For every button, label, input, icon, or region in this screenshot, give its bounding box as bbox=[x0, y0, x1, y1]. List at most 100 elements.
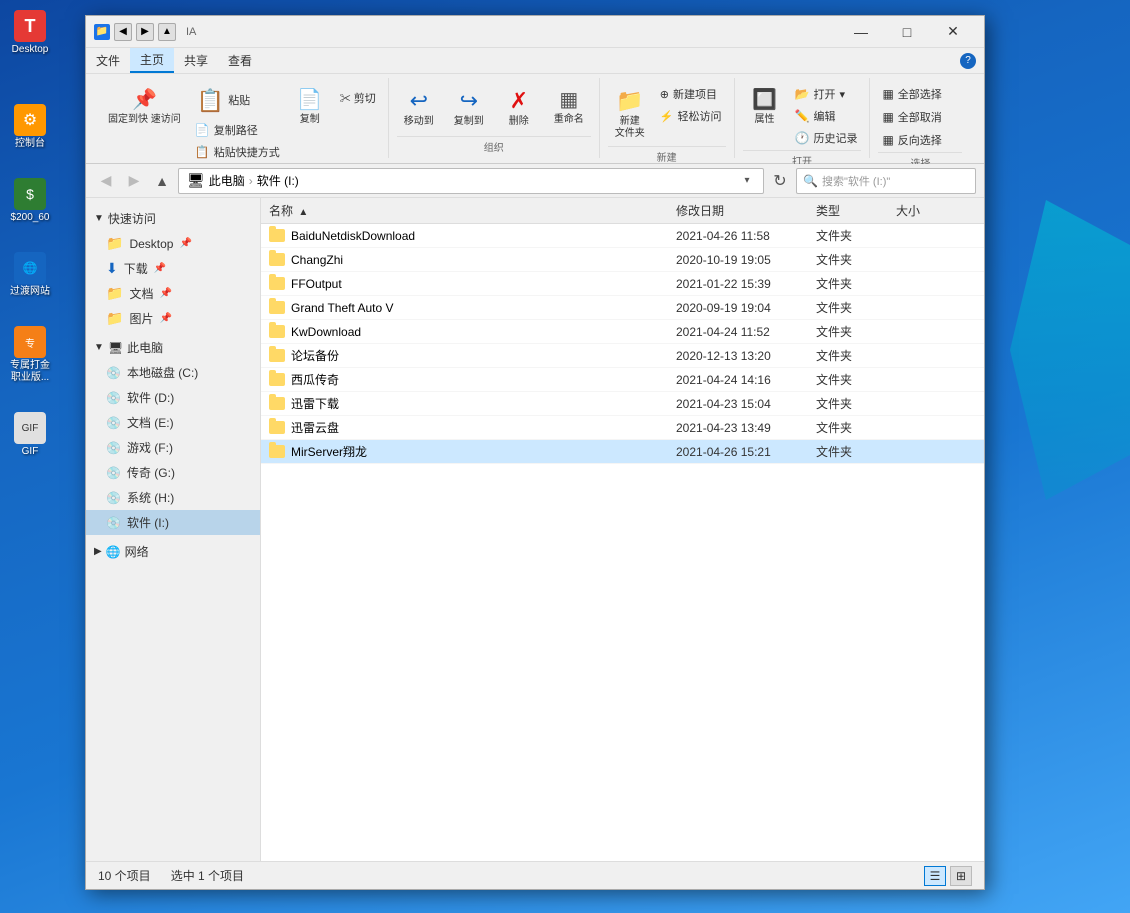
sidebar-this-pc-header[interactable]: ▼ 🖥 此电脑 bbox=[86, 335, 260, 360]
address-field[interactable]: 🖥 此电脑 › 软件 (I:) ▾ bbox=[178, 168, 764, 194]
sidebar-quick-access-header[interactable]: ▼ 快速访问 bbox=[86, 206, 260, 231]
ribbon-copy-to-btn[interactable]: ↪ 复制到 bbox=[447, 84, 491, 132]
file-row[interactable]: 论坛备份 2020-12-13 13:20 文件夹 bbox=[261, 344, 984, 368]
ribbon-delete-btn[interactable]: ✗ 删除 bbox=[497, 84, 541, 132]
breadcrumb-pc[interactable]: 此电脑 bbox=[209, 172, 245, 189]
file-name-0: BaiduNetdiskDownload bbox=[269, 229, 676, 243]
sidebar-drive-h[interactable]: 💿 系统 (H:) bbox=[86, 485, 260, 510]
sidebar-item-desktop[interactable]: 📁 Desktop 📌 bbox=[86, 231, 260, 256]
ribbon-pin-btn[interactable]: 📌 固定到快 速访问 bbox=[102, 84, 187, 130]
search-icon: 🔍 bbox=[803, 174, 818, 188]
forward-btn[interactable]: ▶ bbox=[136, 23, 154, 41]
search-field[interactable]: 🔍 搜索"软件 (I:)" bbox=[796, 168, 976, 194]
sidebar-item-docs[interactable]: 📁 文档 📌 bbox=[86, 281, 260, 306]
net-icon: 🌐 bbox=[14, 252, 46, 284]
col-name-header[interactable]: 名称 ▲ bbox=[269, 202, 676, 219]
ribbon-easy-access-btn[interactable]: ⚡ 轻松访问 bbox=[656, 106, 726, 126]
help-btn[interactable]: ? bbox=[960, 53, 976, 69]
desktop-icon-gold[interactable]: 专 专属打金职业版... bbox=[5, 326, 55, 384]
desktop-icon-control[interactable]: ⚙ 控制台 bbox=[5, 104, 55, 150]
ribbon-new-folder-btn[interactable]: 📁 新建文件夹 bbox=[608, 84, 652, 144]
ribbon-open-top: 🔲 属性 📂 打开 ▾ ✏️ 编辑 bbox=[743, 82, 862, 148]
menu-share[interactable]: 共享 bbox=[174, 48, 218, 73]
ribbon-properties-btn[interactable]: 🔲 属性 bbox=[743, 84, 787, 130]
desktop-icon-gif[interactable]: GIF GIF bbox=[5, 412, 55, 458]
folder-icon-9 bbox=[269, 445, 285, 458]
sidebar-drive-i[interactable]: 💿 软件 (I:) bbox=[86, 510, 260, 535]
sidebar-network-header[interactable]: ▶ 🌐 网络 bbox=[86, 539, 260, 564]
back-btn[interactable]: ◀ bbox=[114, 23, 132, 41]
ribbon-invert-btn[interactable]: ▦ 反向选择 bbox=[878, 130, 945, 150]
breadcrumb-sep1: › bbox=[249, 174, 253, 188]
ribbon-rename-btn[interactable]: ▦ 重命名 bbox=[547, 84, 591, 130]
sidebar-drive-f[interactable]: 💿 游戏 (F:) bbox=[86, 435, 260, 460]
nav-back-btn[interactable]: ◀ bbox=[94, 169, 118, 193]
view-large-btn[interactable]: ⊞ bbox=[950, 866, 972, 886]
file-row-selected[interactable]: MirServer翔龙 2021-04-26 15:21 文件夹 bbox=[261, 440, 984, 464]
ribbon-group-organize: ↩ 移动到 ↪ 复制到 ✗ 删除 ▦ 重命名 bbox=[389, 78, 600, 158]
open-icon: 📂 bbox=[795, 87, 810, 101]
desktop-icon-excel[interactable]: $ $200_60 bbox=[5, 178, 55, 224]
ribbon-select-all-btn[interactable]: ▦ 全部选择 bbox=[878, 84, 945, 104]
desktop-label: Desktop bbox=[129, 237, 173, 251]
sidebar-item-download[interactable]: ⬇ 下载 📌 bbox=[86, 256, 260, 281]
desktop-icon-net[interactable]: 🌐 过渡网站 bbox=[5, 252, 55, 298]
col-date-header[interactable]: 修改日期 bbox=[676, 202, 816, 219]
menu-file[interactable]: 文件 bbox=[86, 48, 130, 73]
file-row[interactable]: 迅雷下载 2021-04-23 15:04 文件夹 bbox=[261, 392, 984, 416]
title-bar-left: 📁 ◀ ▶ ▲ IA bbox=[94, 23, 838, 41]
ribbon-paste-btn[interactable]: 📋 粘贴 bbox=[191, 84, 284, 118]
download-pin: 📌 bbox=[154, 263, 166, 274]
ribbon-new-top: 📁 新建文件夹 ⊕ 新建项目 ⚡ 轻松访问 bbox=[608, 82, 726, 144]
sidebar-drive-d[interactable]: 💿 软件 (D:) bbox=[86, 385, 260, 410]
refresh-btn[interactable]: ↻ bbox=[768, 169, 792, 193]
ribbon-new-item-btn[interactable]: ⊕ 新建项目 bbox=[656, 84, 726, 104]
docs-label: 文档 bbox=[129, 285, 153, 302]
copy-to-icon: ↪ bbox=[460, 88, 478, 114]
drive-c-label: 本地磁盘 (C:) bbox=[127, 364, 198, 381]
file-row[interactable]: ChangZhi 2020-10-19 19:05 文件夹 bbox=[261, 248, 984, 272]
file-row[interactable]: BaiduNetdiskDownload 2021-04-26 11:58 文件… bbox=[261, 224, 984, 248]
desktop-pin: 📌 bbox=[179, 238, 191, 249]
ribbon-copy-btn[interactable]: 📄 复制 bbox=[288, 84, 332, 130]
invert-icon: ▦ bbox=[882, 133, 893, 147]
file-row[interactable]: Grand Theft Auto V 2020-09-19 19:04 文件夹 bbox=[261, 296, 984, 320]
sidebar-drive-c[interactable]: 💿 本地磁盘 (C:) bbox=[86, 360, 260, 385]
minimize-btn[interactable]: — bbox=[838, 16, 884, 48]
sidebar-item-pics[interactable]: 📁 图片 📌 bbox=[86, 306, 260, 331]
menu-home[interactable]: 主页 bbox=[130, 48, 174, 73]
view-details-btn[interactable]: ☰ bbox=[924, 866, 946, 886]
clipboard-stack: 📋 粘贴 📄 复制路径 📋 粘贴快捷方式 bbox=[191, 84, 284, 162]
desktop-folder-icon: 📁 bbox=[106, 235, 123, 252]
ribbon-paste-shortcut-btn[interactable]: 📋 粘贴快捷方式 bbox=[191, 142, 284, 162]
breadcrumb-drive[interactable]: 软件 (I:) bbox=[257, 172, 299, 189]
file-row[interactable]: KwDownload 2021-04-24 11:52 文件夹 bbox=[261, 320, 984, 344]
desktop-icon-toodesk[interactable]: T Desktop bbox=[5, 10, 55, 56]
sidebar-drive-g[interactable]: 💿 传奇 (G:) bbox=[86, 460, 260, 485]
maximize-btn[interactable]: □ bbox=[884, 16, 930, 48]
sidebar-drive-e[interactable]: 💿 文档 (E:) bbox=[86, 410, 260, 435]
pics-label: 图片 bbox=[129, 310, 153, 327]
close-btn[interactable]: ✕ bbox=[930, 16, 976, 48]
select-none-icon: ▦ bbox=[882, 110, 893, 124]
nav-forward-btn[interactable]: ▶ bbox=[122, 169, 146, 193]
file-row[interactable]: 西瓜传奇 2021-04-24 14:16 文件夹 bbox=[261, 368, 984, 392]
net-label: 过渡网站 bbox=[10, 286, 50, 298]
up-btn[interactable]: ▲ bbox=[158, 23, 176, 41]
address-dropdown-btn[interactable]: ▾ bbox=[739, 169, 755, 193]
download-icon: ⬇ bbox=[106, 260, 118, 277]
file-row[interactable]: FFOutput 2021-01-22 15:39 文件夹 bbox=[261, 272, 984, 296]
nav-up-btn[interactable]: ▲ bbox=[150, 169, 174, 193]
sidebar-this-pc: ▼ 🖥 此电脑 💿 本地磁盘 (C:) 💿 软件 (D:) 💿 文档 (E:) bbox=[86, 335, 260, 535]
ribbon-cut-btn[interactable]: ✂ 剪切 bbox=[336, 88, 380, 108]
ribbon-open-btn[interactable]: 📂 打开 ▾ bbox=[791, 84, 862, 104]
ribbon-move-btn[interactable]: ↩ 移动到 bbox=[397, 84, 441, 132]
ribbon-edit-btn[interactable]: ✏️ 编辑 bbox=[791, 106, 862, 126]
col-size-header[interactable]: 大小 bbox=[896, 202, 976, 219]
file-row[interactable]: 迅雷云盘 2021-04-23 13:49 文件夹 bbox=[261, 416, 984, 440]
ribbon-copy-path-btn[interactable]: 📄 复制路径 bbox=[191, 120, 284, 140]
ribbon-select-none-btn[interactable]: ▦ 全部取消 bbox=[878, 107, 945, 127]
col-type-header[interactable]: 类型 bbox=[816, 202, 896, 219]
ribbon-history-btn[interactable]: 🕐 历史记录 bbox=[791, 128, 862, 148]
menu-view[interactable]: 查看 bbox=[218, 48, 262, 73]
